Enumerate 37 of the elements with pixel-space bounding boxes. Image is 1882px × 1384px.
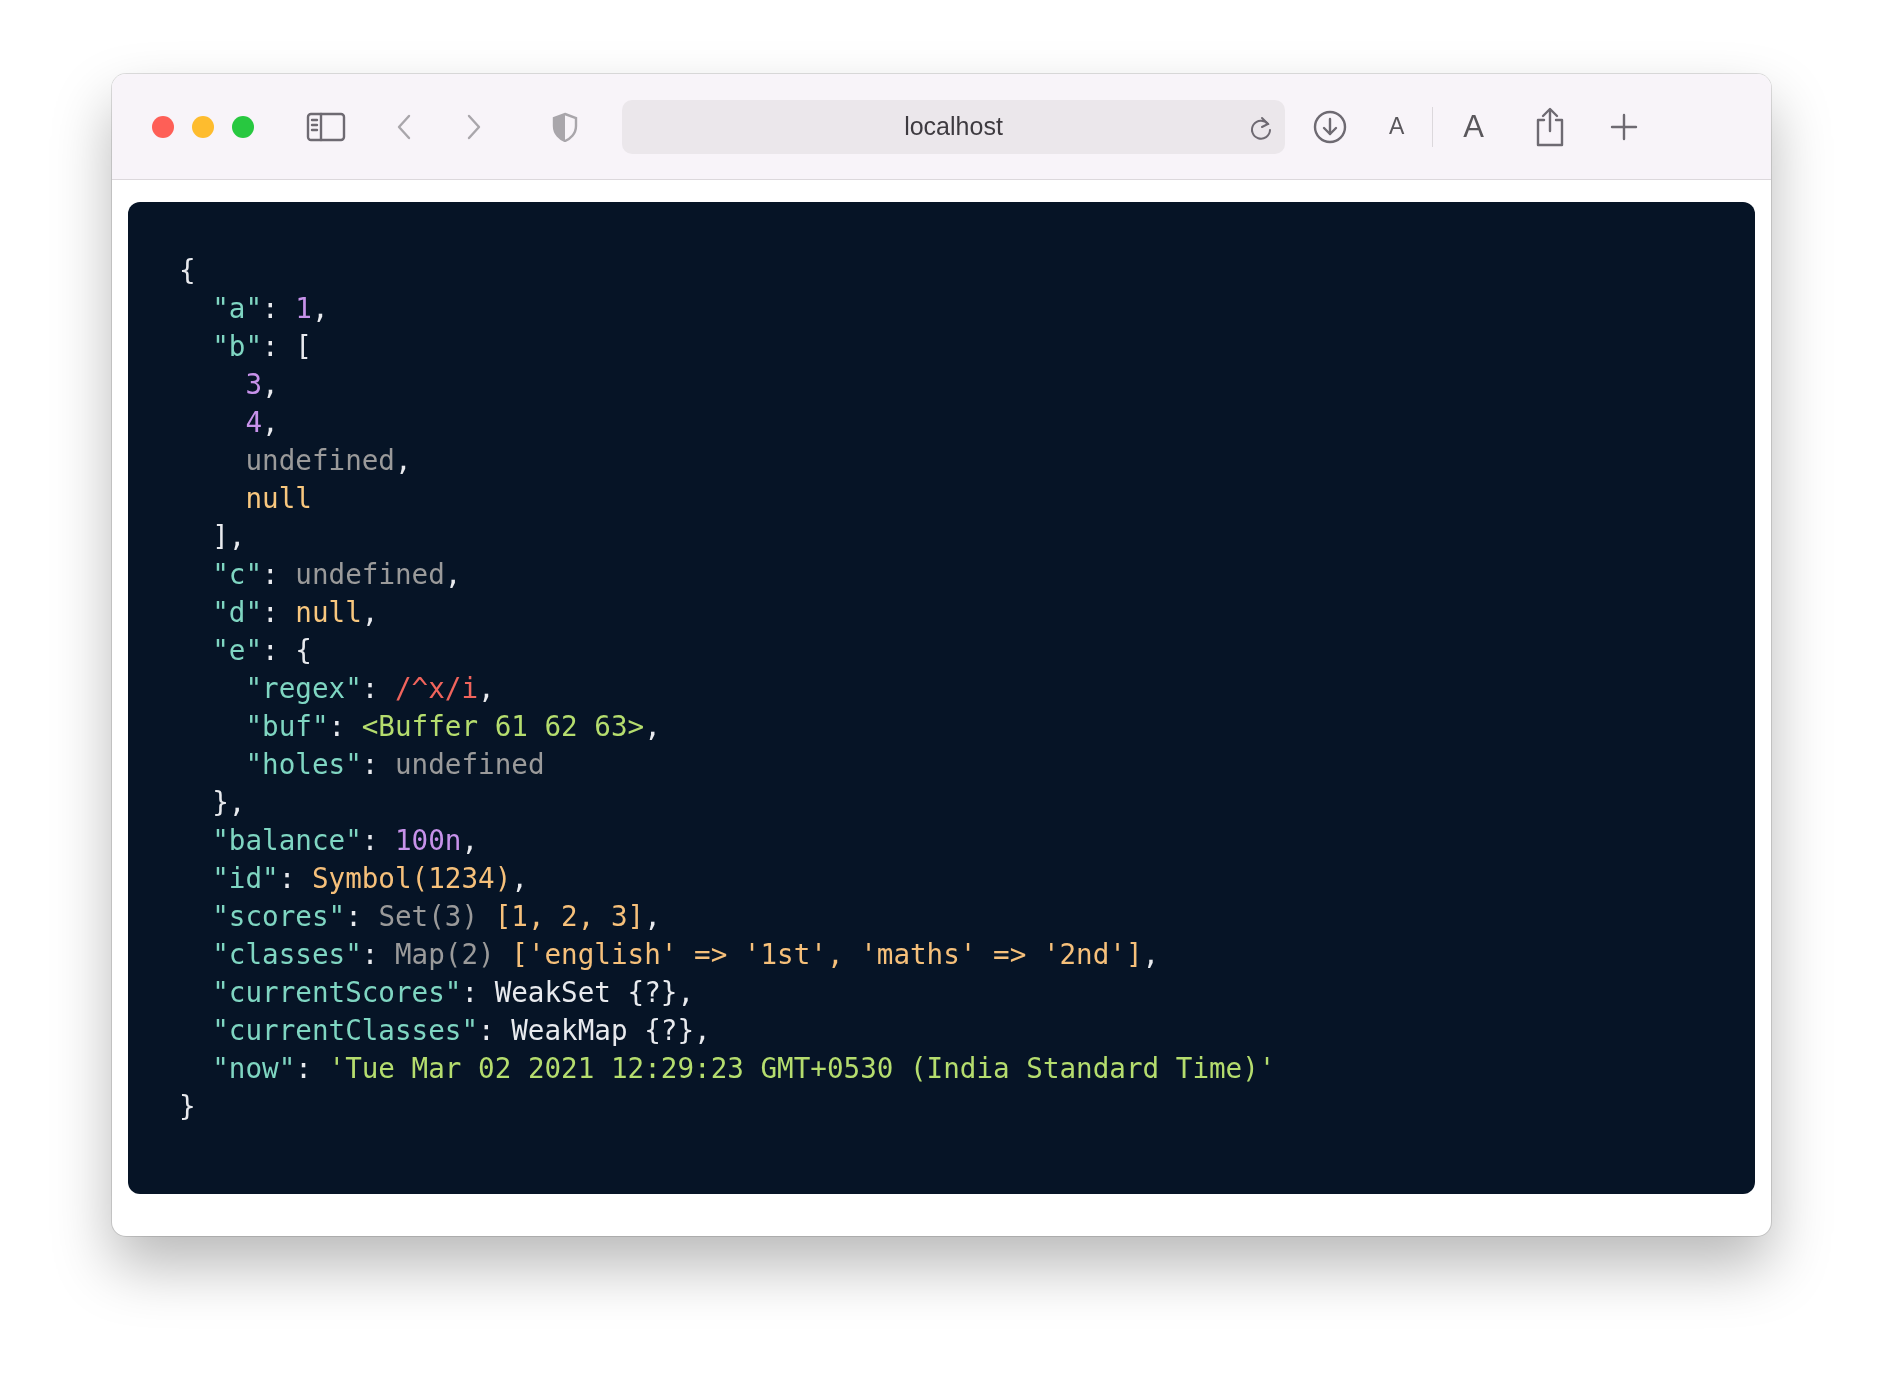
code-line: }, [211,785,246,821]
minimize-button[interactable] [192,115,214,138]
code-line: "buf": <Buffer 61 62 63>, [244,709,661,745]
download-icon[interactable] [1313,109,1347,144]
code-line: "scores": Set(3) [1, 2, 3], [211,899,661,935]
code-line: "b": [ [211,329,312,365]
code-line: undefined, [244,443,412,479]
code-line: "e": { [211,633,312,669]
sidebar-icon[interactable] [306,110,346,143]
code-line: "now": 'Tue Mar 02 2021 12:29:23 GMT+0530 (India Standard Time)' [211,1051,1276,1087]
forward-icon[interactable] [466,113,482,140]
maximize-button[interactable] [232,115,254,138]
text-larger-button[interactable]: A [1463,108,1485,145]
code-line: "currentScores": WeakSet {?}, [211,975,694,1011]
code-line: 4, [244,405,279,441]
code-line: "a": 1, [211,291,329,327]
code-line: ], [211,519,246,555]
code-line: } [179,1089,196,1125]
code-line: "id": Symbol(1234), [211,861,528,897]
code-line: 3, [244,367,279,403]
code-line: { [179,253,196,289]
close-button[interactable] [152,115,174,138]
reload-icon[interactable] [1249,114,1273,141]
code-line: "holes": undefined [244,747,545,783]
code-line: null [244,481,312,517]
back-icon[interactable] [396,113,412,140]
shield-icon[interactable] [552,111,578,142]
address-text: localhost [904,112,1003,141]
code-line: "c": undefined, [211,557,462,593]
code-line: "currentClasses": WeakMap {?}, [211,1013,711,1049]
code-line: "balance": 100n, [211,823,479,859]
code-line: "regex": /^x/i, [244,671,495,707]
code-line: "d": null, [211,595,379,631]
code-line: "classes": Map(2) ['english' => '1st', 'maths' => '2nd'], [211,937,1160,973]
plus-icon[interactable] [1610,112,1639,141]
address-bar[interactable]: localhost [622,99,1285,154]
text-smaller-button[interactable]: A [1389,113,1405,140]
